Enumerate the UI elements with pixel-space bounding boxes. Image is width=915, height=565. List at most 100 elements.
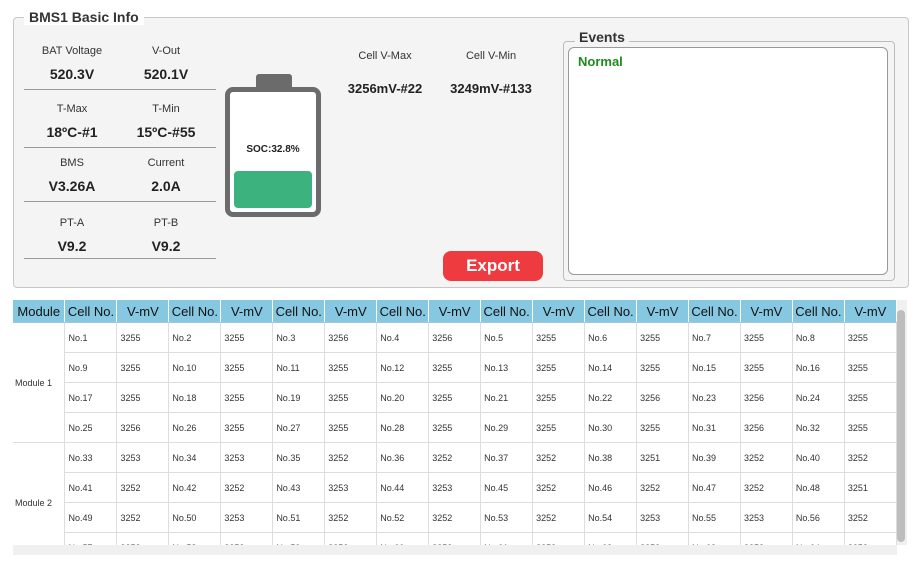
vout-value: 520.1V — [143, 66, 189, 82]
cell-number: No.22 — [584, 382, 638, 413]
header-module: Module — [13, 300, 66, 323]
export-button[interactable]: Export — [443, 251, 543, 281]
pta-label: PT-A — [59, 217, 85, 229]
ptb-value: V9.2 — [151, 238, 181, 254]
cell-voltage: 3255 — [116, 322, 170, 353]
cell-voltage: 3252 — [740, 532, 793, 545]
cell-number: No.36 — [376, 442, 430, 473]
cell-number: No.49 — [64, 502, 118, 533]
current-metric: Current 2.0A — [118, 157, 214, 194]
table-row: Module 2 No.33 3253 No.34 3253 No.35 3252 No.36… — [13, 442, 897, 545]
cell-voltage: 3256 — [428, 322, 482, 353]
events-title: Events — [575, 29, 629, 45]
cell-voltage: 3252 — [844, 532, 897, 545]
cell-number: No.42 — [168, 472, 222, 503]
cell-voltage: 3252 — [324, 502, 378, 533]
cell-voltage: 3252 — [636, 472, 689, 503]
vout-metric: V-Out 520.1V — [118, 45, 214, 82]
cell-number: No.34 — [168, 442, 222, 473]
cell-number: No.17 — [64, 382, 118, 413]
cell-voltage: 3255 — [532, 412, 586, 443]
cell-voltage: 3253 — [220, 442, 274, 473]
cell-voltage: 3256 — [636, 382, 689, 413]
table-row: No.9 3255 No.10 3255 No.11 3255 No.12 3255 No.13… — [13, 352, 897, 383]
cell-voltage: 3255 — [844, 352, 897, 383]
cell-number: No.64 — [792, 532, 845, 545]
cell-number: No.39 — [688, 442, 741, 473]
cell-voltage: 3255 — [532, 382, 586, 413]
cell-voltage: 3252 — [324, 532, 378, 545]
cell-voltage: 3255 — [636, 322, 689, 353]
cell-voltage: 3253 — [636, 502, 689, 533]
cell-voltage: 3255 — [532, 352, 586, 383]
cell-number: No.35 — [272, 442, 326, 473]
bms-metric: BMS V3.26A — [24, 157, 120, 194]
cell-voltage: 3255 — [324, 412, 378, 443]
cell-voltage: 3252 — [116, 472, 170, 503]
ptb-metric: PT-B V9.2 — [118, 217, 214, 254]
cell-number: No.43 — [272, 472, 326, 503]
cell-voltage: 3253 — [116, 442, 170, 473]
header-voltage: V-mV — [532, 300, 586, 323]
module-name: Module 2 — [13, 442, 66, 545]
cell-voltage: 3256 — [740, 412, 793, 443]
cell-number: No.1 — [64, 322, 118, 353]
cell-number: No.48 — [792, 472, 845, 503]
table-header-row: Module Cell No. V-mV Cell No. V-mV Cell No. V-… — [13, 300, 897, 323]
cell-voltage: 3253 — [324, 472, 378, 503]
cell-voltage-table-container[interactable]: Module Cell No. V-mV Cell No. V-mV Cell No. V-… — [13, 300, 897, 545]
horizontal-scrollbar[interactable] — [13, 545, 897, 555]
tmax-value: 18ºC-#1 — [46, 124, 98, 140]
module-name: Module 1 — [13, 322, 66, 443]
cell-number: No.61 — [480, 532, 534, 545]
header-voltage: V-mV — [844, 300, 897, 323]
cell-voltage: 3252 — [532, 472, 586, 503]
cell-voltage: 3252 — [220, 472, 274, 503]
events-log[interactable]: Normal — [568, 47, 888, 275]
cell-voltage: 3252 — [428, 532, 482, 545]
current-value: 2.0A — [151, 178, 181, 194]
table-row: Module 1 No.1 3255 No.2 3255 No.3 3256 No.4 3256… — [13, 322, 897, 443]
table-row: No.25 3256 No.26 3255 No.27 3255 No.28 3255 No.2… — [13, 412, 897, 443]
header-voltage: V-mV — [116, 300, 170, 323]
cell-voltage: 3255 — [220, 412, 274, 443]
header-cell-no: Cell No. — [480, 300, 534, 323]
cell-voltage: 3255 — [428, 382, 482, 413]
battery-icon-cap — [256, 74, 292, 88]
cell-voltage: 3255 — [116, 382, 170, 413]
cell-number: No.4 — [376, 322, 430, 353]
cell-voltage: 3255 — [636, 412, 689, 443]
cell-vmax-value: 3256mV-#22 — [347, 81, 423, 96]
cell-number: No.15 — [688, 352, 741, 383]
header-cell-no: Cell No. — [584, 300, 638, 323]
cell-number: No.59 — [272, 532, 326, 545]
metric-divider — [24, 201, 216, 202]
ptb-label: PT-B — [153, 217, 179, 229]
cell-number: No.55 — [688, 502, 741, 533]
cell-number: No.46 — [584, 472, 638, 503]
cell-number: No.50 — [168, 502, 222, 533]
cell-voltage: 3252 — [532, 442, 586, 473]
cell-number: No.60 — [376, 532, 430, 545]
cell-number: No.47 — [688, 472, 741, 503]
cell-number: No.23 — [688, 382, 741, 413]
cell-voltage: 3255 — [844, 322, 897, 353]
cell-voltage: 3255 — [636, 352, 689, 383]
tmin-metric: T-Min 15ºC-#55 — [118, 103, 214, 140]
cell-voltage: 3253 — [740, 502, 793, 533]
cell-voltage: 3252 — [428, 502, 482, 533]
vertical-scrollbar-thumb[interactable] — [897, 310, 905, 542]
cell-number: No.6 — [584, 322, 638, 353]
header-cell-no: Cell No. — [792, 300, 845, 323]
table-row: No.49 3252 No.50 3253 No.51 3252 No.52 3252 No.5… — [13, 502, 897, 533]
tmin-value: 15ºC-#55 — [136, 124, 196, 140]
header-voltage: V-mV — [220, 300, 274, 323]
cell-number: No.26 — [168, 412, 222, 443]
bms-value: V3.26A — [48, 178, 96, 194]
cell-voltage: 3256 — [116, 412, 170, 443]
cell-vmax-metric: Cell V-Max 3256mV-#22 — [330, 50, 440, 96]
bat-voltage-value: 520.3V — [49, 66, 95, 82]
header-cell-no: Cell No. — [376, 300, 430, 323]
cell-voltage: 3252 — [116, 532, 170, 545]
cell-number: No.18 — [168, 382, 222, 413]
